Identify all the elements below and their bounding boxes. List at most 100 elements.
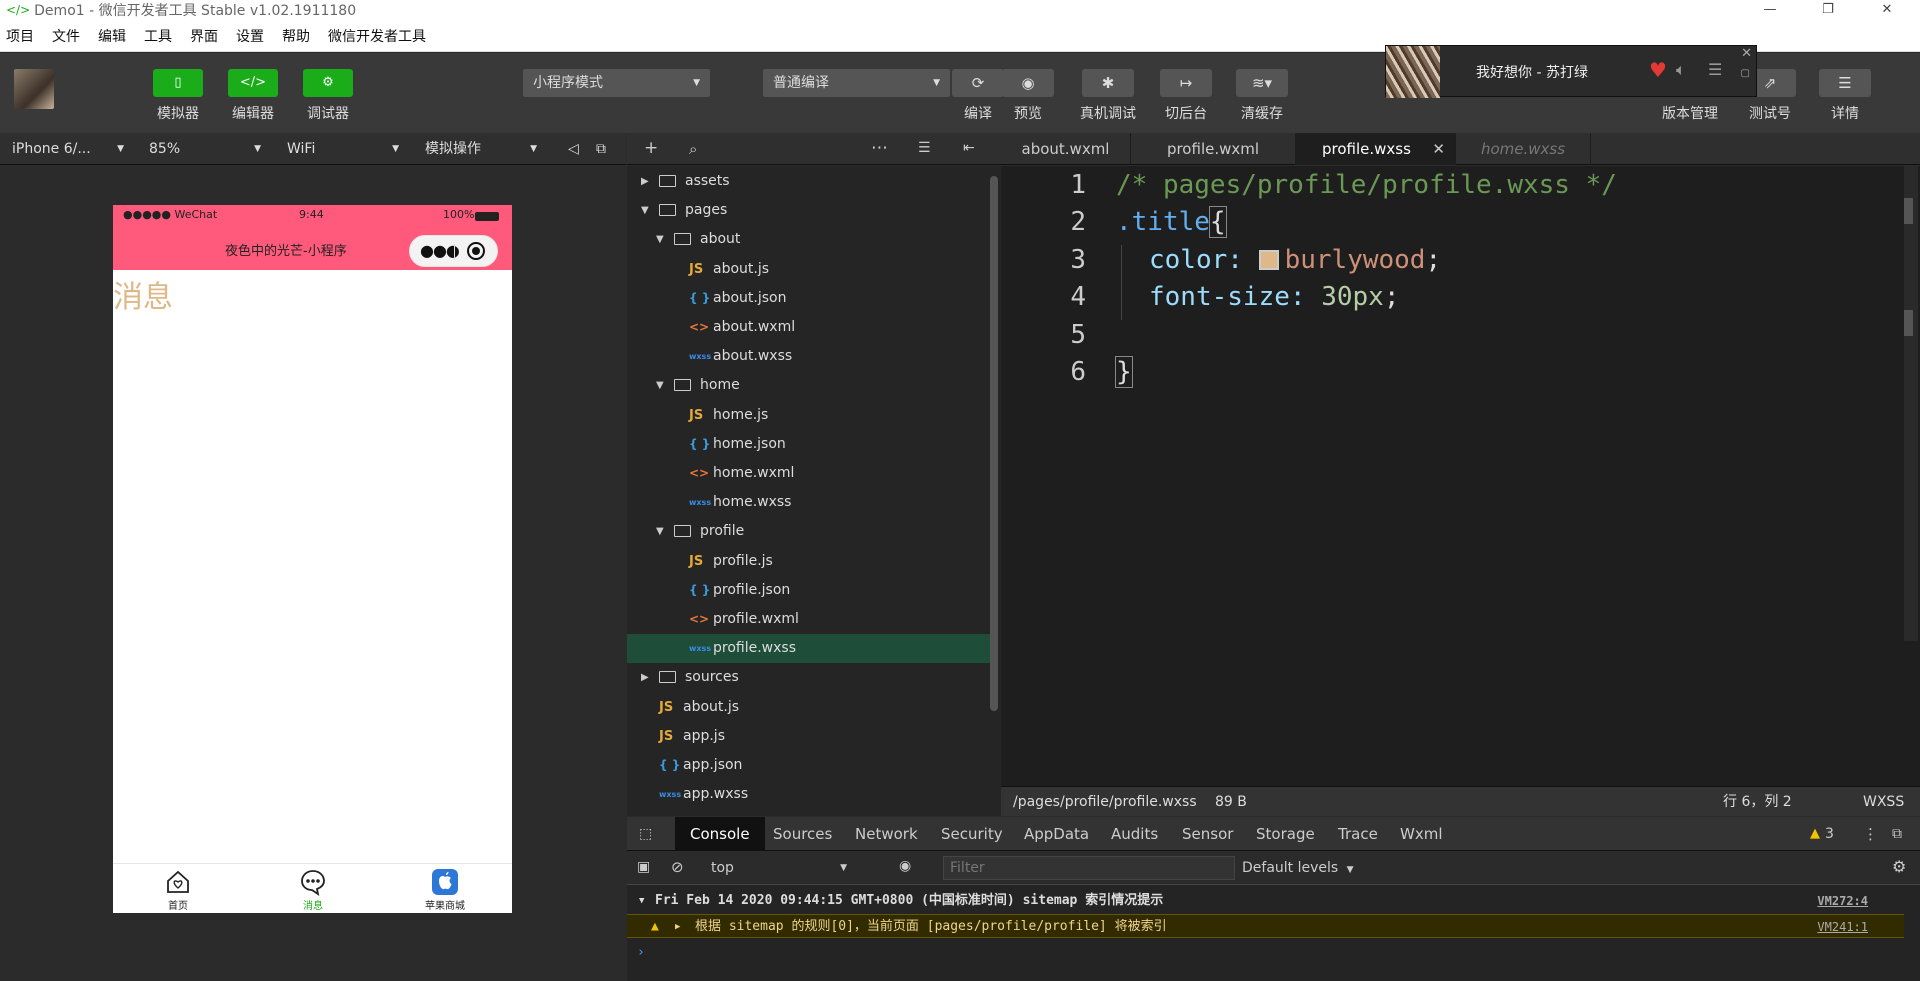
search-icon[interactable]: ⌕ bbox=[689, 140, 697, 158]
add-file-icon[interactable]: + bbox=[644, 138, 658, 158]
chevron-down-icon[interactable]: ▼ bbox=[641, 196, 649, 225]
menu-devtools[interactable]: 微信开发者工具 bbox=[328, 26, 426, 46]
menu-capsule[interactable]: ●●● bbox=[409, 235, 498, 267]
tab-home[interactable]: 首页 bbox=[138, 866, 218, 912]
tab-security[interactable]: Security bbox=[941, 817, 1003, 851]
more-options-icon[interactable]: ⋯ bbox=[871, 138, 888, 158]
collapse-panel-icon[interactable]: ⇤ bbox=[963, 140, 975, 156]
chevron-right-icon[interactable]: ▶ bbox=[641, 167, 649, 196]
tree-folder[interactable]: ▼ profile bbox=[627, 517, 991, 546]
chevron-right-icon[interactable]: ▶ bbox=[641, 663, 649, 692]
console-filter-input[interactable] bbox=[943, 856, 1235, 880]
log-group-header[interactable]: ▼ Fri Feb 14 2020 09:44:15 GMT+0800 (中国标… bbox=[627, 889, 1904, 913]
tab-network[interactable]: Network bbox=[855, 817, 918, 851]
tree-file[interactable]: { } about.json bbox=[627, 284, 991, 313]
avatar[interactable] bbox=[14, 69, 54, 109]
tree-scrollbar[interactable] bbox=[990, 176, 998, 711]
tree-file[interactable]: { } profile.json bbox=[627, 576, 991, 605]
tab-audits[interactable]: Audits bbox=[1111, 817, 1158, 851]
tree-file[interactable]: JS profile.js bbox=[627, 547, 991, 576]
real-device-debug-button[interactable]: ✱ bbox=[1082, 69, 1134, 97]
tree-folder[interactable]: ▶ assets bbox=[627, 167, 991, 196]
background-button[interactable]: ↦ bbox=[1160, 69, 1212, 97]
collapse-icon[interactable]: ☰ bbox=[918, 140, 931, 156]
device-select[interactable]: iPhone 6/... ▼ bbox=[12, 133, 124, 165]
tab-about-wxml[interactable]: about.wxml bbox=[1001, 133, 1131, 165]
log-warning-row[interactable]: ▲ ▶ 根据 sitemap 的规则[0]，当前页面 [pages/profil… bbox=[627, 914, 1904, 938]
tab-messages[interactable]: 消息 bbox=[273, 866, 353, 912]
compile-button[interactable]: ⟳ bbox=[952, 69, 1004, 97]
tree-file[interactable]: wxss profile.wxss bbox=[627, 634, 991, 664]
dock-icon[interactable]: ⧉ bbox=[1892, 817, 1902, 851]
speaker-icon[interactable]: ◁ bbox=[568, 133, 579, 165]
console-prompt[interactable]: › bbox=[627, 941, 1904, 965]
simulator-toggle-button[interactable]: ▯ bbox=[153, 69, 203, 97]
tab-wxml[interactable]: Wxml bbox=[1400, 817, 1443, 851]
menu-interface[interactable]: 界面 bbox=[190, 26, 218, 46]
menu-edit[interactable]: 编辑 bbox=[98, 26, 126, 46]
tab-profile-wxml[interactable]: profile.wxml bbox=[1131, 133, 1296, 165]
tab-sources[interactable]: Sources bbox=[773, 817, 832, 851]
minimize-button[interactable]: — bbox=[1747, 0, 1793, 20]
editor-toggle-button[interactable]: </> bbox=[228, 69, 278, 97]
log-source-link[interactable]: VM241:1 bbox=[1817, 915, 1868, 939]
tree-file[interactable]: JS about.js bbox=[627, 693, 991, 722]
inspect-icon[interactable]: ⬚ bbox=[639, 817, 652, 851]
close-tab-icon[interactable]: ✕ bbox=[1432, 133, 1445, 165]
expand-arrow-icon[interactable]: ▶ bbox=[675, 915, 680, 939]
tree-file[interactable]: <> about.wxml bbox=[627, 313, 991, 342]
menu-project[interactable]: 项目 bbox=[6, 26, 34, 46]
eye-icon[interactable]: ◉ bbox=[899, 858, 911, 874]
expand-arrow-icon[interactable]: ▼ bbox=[639, 889, 644, 913]
clear-cache-button[interactable]: ≋▾ bbox=[1236, 69, 1288, 97]
context-select[interactable]: top ▼ bbox=[707, 856, 857, 880]
zoom-select[interactable]: 85% ▼ bbox=[149, 133, 261, 165]
tree-file[interactable]: JS app.js bbox=[627, 722, 991, 751]
language-mode[interactable]: WXSS bbox=[1863, 787, 1904, 817]
editor-scrollbar-thumb[interactable] bbox=[1904, 198, 1913, 224]
restore-button[interactable]: ❐ bbox=[1805, 0, 1851, 20]
tab-home-wxss[interactable]: home.wxss bbox=[1456, 133, 1591, 165]
tree-folder[interactable]: ▶ sources bbox=[627, 663, 991, 692]
compile-mode-select[interactable]: 普通编译 ▼ bbox=[763, 69, 950, 97]
tree-file[interactable]: JS about.js bbox=[627, 255, 991, 284]
tree-file[interactable]: { } home.json bbox=[627, 430, 991, 459]
menu-tools[interactable]: 工具 bbox=[144, 26, 172, 46]
warning-icon[interactable]: ▲ bbox=[1810, 817, 1820, 851]
tab-sensor[interactable]: Sensor bbox=[1182, 817, 1233, 851]
tab-apple-store[interactable]: 苹果商城 bbox=[405, 866, 485, 912]
tree-file[interactable]: <> profile.wxml bbox=[627, 605, 991, 634]
close-icon[interactable]: ✕ bbox=[1741, 46, 1752, 61]
tree-folder[interactable]: ▼ about bbox=[627, 225, 991, 254]
preview-button[interactable]: ◉ bbox=[1002, 69, 1054, 97]
cursor-position[interactable]: 行 6，列 2 bbox=[1723, 787, 1792, 817]
sidebar-toggle-icon[interactable]: ▣ bbox=[637, 859, 650, 875]
debugger-toggle-button[interactable]: ⚙ bbox=[303, 69, 353, 97]
tree-file[interactable]: <> home.wxml bbox=[627, 459, 991, 488]
tab-appdata[interactable]: AppData bbox=[1024, 817, 1089, 851]
log-levels-select[interactable]: Default levels ▼ bbox=[1234, 856, 1384, 880]
kebab-menu-icon[interactable]: ⋮ bbox=[1863, 817, 1878, 851]
mini-player-icon[interactable]: ▢ bbox=[1741, 68, 1750, 79]
mode-select[interactable]: 小程序模式 ▼ bbox=[523, 69, 710, 97]
menu-help[interactable]: 帮助 bbox=[282, 26, 310, 46]
chevron-down-icon[interactable]: ▼ bbox=[656, 225, 664, 254]
chevron-down-icon[interactable]: ▼ bbox=[656, 371, 664, 400]
tab-profile-wxss[interactable]: profile.wxss ✕ bbox=[1296, 133, 1456, 165]
tab-storage[interactable]: Storage bbox=[1256, 817, 1315, 851]
tree-file[interactable]: JS home.js bbox=[627, 401, 991, 430]
tree-file[interactable]: wxss home.wxss bbox=[627, 488, 991, 517]
simulate-action-select[interactable]: 模拟操作 ▼ bbox=[425, 133, 537, 165]
tree-file[interactable]: wxss app.wxss bbox=[627, 780, 991, 809]
heart-icon[interactable]: ♥ bbox=[1649, 58, 1667, 82]
tree-folder[interactable]: ▼ home bbox=[627, 371, 991, 400]
code-editor[interactable]: 1 2 3 4 5 6 /* pages/profile/profile.wxs… bbox=[1001, 166, 1920, 786]
tab-console[interactable]: Console bbox=[675, 817, 765, 851]
tree-folder[interactable]: ▼ pages bbox=[627, 196, 991, 225]
chevron-down-icon[interactable]: ▼ bbox=[656, 517, 664, 546]
playlist-icon[interactable]: ☰ bbox=[1708, 60, 1722, 79]
clear-console-icon[interactable]: ⊘ bbox=[671, 858, 684, 876]
warning-count[interactable]: 3 bbox=[1825, 817, 1834, 851]
editor-scrollbar-track[interactable] bbox=[1904, 166, 1918, 641]
log-source-link[interactable]: VM272:4 bbox=[1817, 889, 1868, 913]
